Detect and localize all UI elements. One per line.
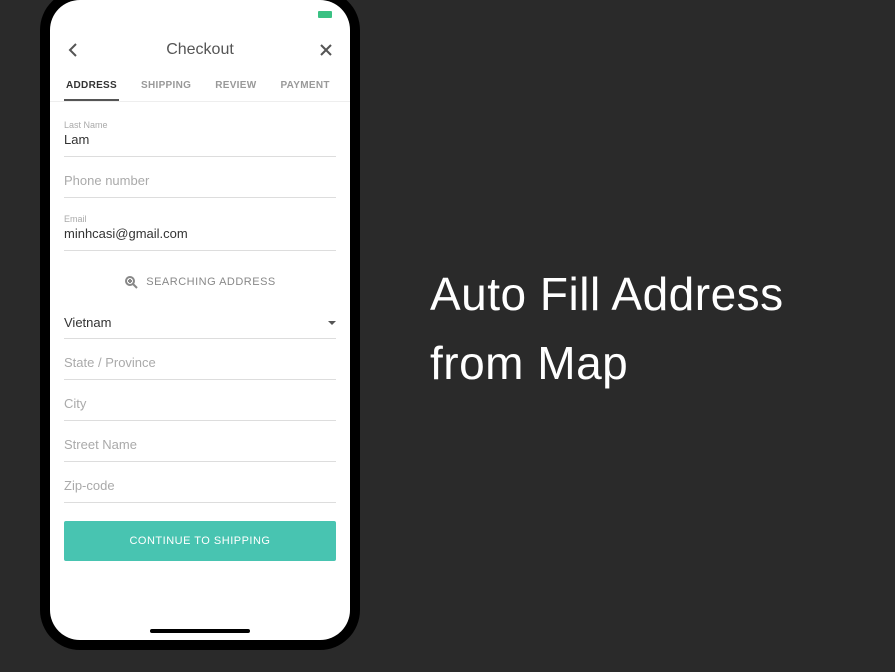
search-address-label: SEARCHING ADDRESS [146, 276, 276, 288]
last-name-label: Last Name [64, 120, 336, 130]
street-field[interactable]: Street Name [64, 427, 336, 462]
street-placeholder: Street Name [64, 437, 336, 455]
phone-frame: Checkout ADDRESS SHIPPING REVIEW PAYMENT… [40, 0, 360, 650]
caption: Auto Fill Address from Map [430, 260, 784, 398]
caret-down-icon [328, 321, 336, 325]
continue-button[interactable]: CONTINUE TO SHIPPING [64, 521, 336, 561]
email-label: Email [64, 214, 336, 224]
zip-placeholder: Zip-code [64, 478, 336, 496]
close-icon [319, 43, 333, 57]
close-button[interactable] [316, 40, 336, 60]
phone-screen: Checkout ADDRESS SHIPPING REVIEW PAYMENT… [50, 0, 350, 640]
email-field[interactable]: Email minhcasi@gmail.com [64, 204, 336, 251]
page-title: Checkout [166, 41, 234, 59]
search-address-button[interactable]: SEARCHING ADDRESS [64, 257, 336, 303]
email-value: minhcasi@gmail.com [64, 226, 336, 244]
form-content: Last Name Lam Phone number Email minhcas… [50, 102, 350, 622]
home-indicator[interactable] [150, 629, 250, 633]
last-name-value: Lam [64, 132, 336, 150]
phone-placeholder: Phone number [64, 173, 336, 191]
home-indicator-area [50, 622, 350, 640]
city-placeholder: City [64, 396, 336, 414]
status-bar [50, 0, 350, 28]
header: Checkout [50, 28, 350, 72]
tab-payment[interactable]: PAYMENT [278, 72, 331, 101]
caption-line-1: Auto Fill Address [430, 260, 784, 329]
search-location-icon [124, 275, 138, 289]
tabs: ADDRESS SHIPPING REVIEW PAYMENT [50, 72, 350, 102]
last-name-field[interactable]: Last Name Lam [64, 110, 336, 157]
tab-shipping[interactable]: SHIPPING [139, 72, 193, 101]
tab-address[interactable]: ADDRESS [64, 72, 119, 101]
state-placeholder: State / Province [64, 355, 336, 373]
state-field[interactable]: State / Province [64, 345, 336, 380]
battery-icon [318, 11, 332, 18]
country-dropdown[interactable]: Vietnam [64, 303, 336, 339]
city-field[interactable]: City [64, 386, 336, 421]
zip-field[interactable]: Zip-code [64, 468, 336, 503]
chevron-left-icon [68, 42, 80, 58]
caption-line-2: from Map [430, 329, 784, 398]
tab-review[interactable]: REVIEW [213, 72, 258, 101]
phone-field[interactable]: Phone number [64, 163, 336, 198]
country-value: Vietnam [64, 315, 111, 330]
back-button[interactable] [64, 40, 84, 60]
